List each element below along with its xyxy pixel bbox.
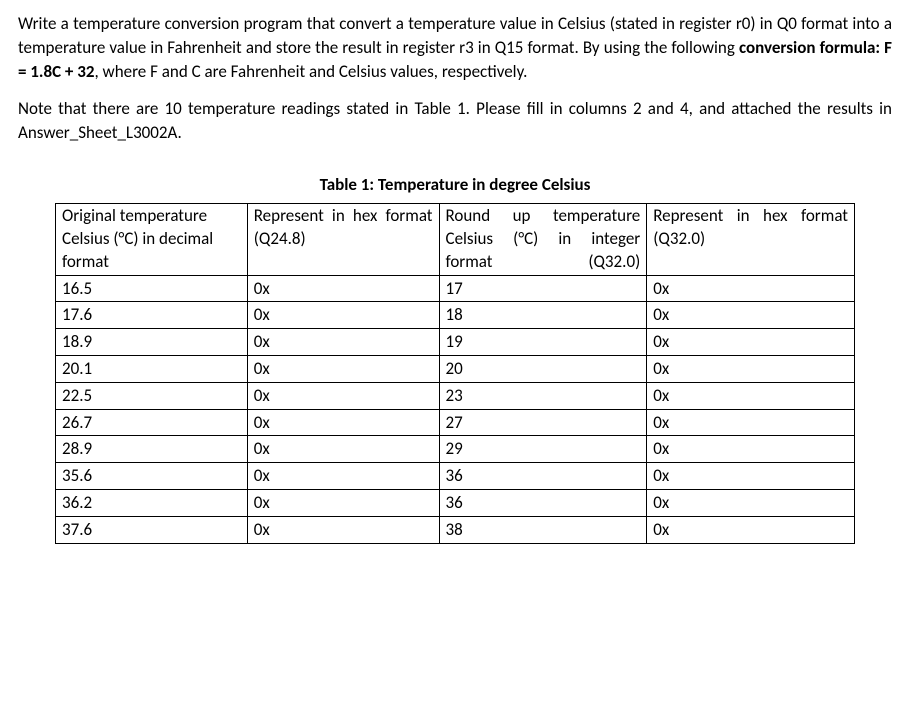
table-row: 22.5 0x 23 0x <box>56 382 855 409</box>
cell-roundup: 36 <box>439 489 647 516</box>
cell-hex-q24: 0x <box>247 516 439 543</box>
cell-hex-q32: 0x <box>647 409 855 436</box>
cell-hex-q24: 0x <box>247 329 439 356</box>
cell-hex-q24: 0x <box>247 275 439 302</box>
table-row: 37.6 0x 38 0x <box>56 516 855 543</box>
table-row: 20.1 0x 20 0x <box>56 355 855 382</box>
cell-hex-q32: 0x <box>647 275 855 302</box>
cell-hex-q24: 0x <box>247 463 439 490</box>
cell-roundup: 19 <box>439 329 647 356</box>
cell-original: 28.9 <box>56 436 248 463</box>
cell-hex-q24: 0x <box>247 302 439 329</box>
table-row: 16.5 0x 17 0x <box>56 275 855 302</box>
cell-original: 36.2 <box>56 489 248 516</box>
cell-original: 20.1 <box>56 355 248 382</box>
paragraph-text-c: , where F and C are Fahrenheit and Celsi… <box>94 61 527 82</box>
cell-hex-q24: 0x <box>247 489 439 516</box>
table-row: 18.9 0x 19 0x <box>56 329 855 356</box>
table-row: 28.9 0x 29 0x <box>56 436 855 463</box>
table-row: 17.6 0x 18 0x <box>56 302 855 329</box>
header-hex-q24: Represent in hex format (Q24.8) <box>247 203 439 275</box>
problem-paragraph-1: Write a temperature conversion program t… <box>18 12 892 83</box>
header-roundup-temp: Round up temperature Celsius (°C) in int… <box>439 203 647 275</box>
table-title: Table 1: Temperature in degree Celsius <box>18 173 892 197</box>
cell-original: 26.7 <box>56 409 248 436</box>
cell-original: 16.5 <box>56 275 248 302</box>
cell-roundup: 23 <box>439 382 647 409</box>
cell-original: 35.6 <box>56 463 248 490</box>
table-row: 36.2 0x 36 0x <box>56 489 855 516</box>
cell-hex-q32: 0x <box>647 329 855 356</box>
cell-hex-q32: 0x <box>647 355 855 382</box>
cell-roundup: 20 <box>439 355 647 382</box>
table-body: 16.5 0x 17 0x 17.6 0x 18 0x 18.9 0x 19 0… <box>56 275 855 543</box>
cell-roundup: 17 <box>439 275 647 302</box>
cell-original: 17.6 <box>56 302 248 329</box>
cell-hex-q32: 0x <box>647 489 855 516</box>
cell-roundup: 29 <box>439 436 647 463</box>
cell-hex-q32: 0x <box>647 516 855 543</box>
cell-hex-q32: 0x <box>647 302 855 329</box>
header-original-temp: Original temperature Celsius (°C) in dec… <box>56 203 248 275</box>
cell-roundup: 36 <box>439 463 647 490</box>
cell-hex-q24: 0x <box>247 355 439 382</box>
table-row: 35.6 0x 36 0x <box>56 463 855 490</box>
cell-hex-q24: 0x <box>247 409 439 436</box>
cell-original: 22.5 <box>56 382 248 409</box>
cell-hex-q24: 0x <box>247 436 439 463</box>
table-header-row: Original temperature Celsius (°C) in dec… <box>56 203 855 275</box>
cell-hex-q32: 0x <box>647 382 855 409</box>
cell-roundup: 27 <box>439 409 647 436</box>
cell-hex-q24: 0x <box>247 382 439 409</box>
cell-original: 37.6 <box>56 516 248 543</box>
header-hex-q32: Represent in hex format (Q32.0) <box>647 203 855 275</box>
cell-roundup: 38 <box>439 516 647 543</box>
cell-original: 18.9 <box>56 329 248 356</box>
temperature-table: Original temperature Celsius (°C) in dec… <box>55 203 855 544</box>
table-row: 26.7 0x 27 0x <box>56 409 855 436</box>
cell-roundup: 18 <box>439 302 647 329</box>
cell-hex-q32: 0x <box>647 436 855 463</box>
cell-hex-q32: 0x <box>647 463 855 490</box>
problem-paragraph-2: Note that there are 10 temperature readi… <box>18 97 892 145</box>
